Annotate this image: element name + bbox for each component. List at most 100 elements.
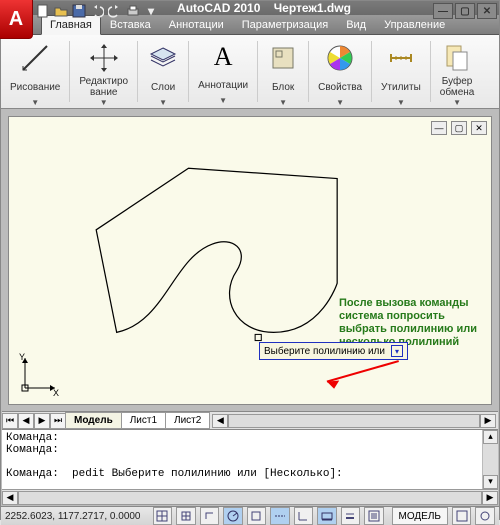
view-max-icon[interactable]: ▢ — [451, 121, 467, 135]
tab-view[interactable]: Вид — [337, 15, 375, 34]
panel-layers[interactable]: Слои ▼ — [140, 37, 186, 106]
ducs-toggle[interactable] — [294, 507, 314, 525]
panel-label: Утилиты — [381, 76, 421, 98]
cmd-vscroll: ▴ ▾ — [482, 430, 498, 489]
panel-draw[interactable]: Рисование ▼ — [3, 37, 67, 106]
layout-tab-label: Лист2 — [174, 415, 201, 426]
work-area: — ▢ ✕ После вызова команды система попро… — [1, 109, 499, 506]
view-min-icon[interactable]: — — [431, 121, 447, 135]
layout-tab-model[interactable]: Модель — [65, 412, 122, 429]
tab-parametric[interactable]: Параметризация — [233, 15, 337, 34]
status-extra-icon[interactable] — [475, 507, 495, 525]
cmd-scroll-track[interactable] — [483, 444, 498, 475]
layout-tab-sheet1[interactable]: Лист1 — [121, 412, 166, 429]
panel-block[interactable]: Блок ▼ — [260, 37, 306, 106]
layout-tabs-row: ⏮ ◀ ▶ ⏭ Модель Лист1 Лист2 ◀ ▶ — [2, 411, 498, 429]
panel-label: Буфер обмена — [440, 76, 475, 98]
prompt-menu-icon[interactable]: ▾ — [391, 345, 403, 357]
minimize-button[interactable]: — — [433, 3, 453, 19]
tab-label: Вид — [346, 19, 366, 31]
cmd-hscroll-right-icon[interactable]: ▶ — [482, 491, 498, 505]
arrow-head-icon — [327, 381, 339, 389]
maximize-button[interactable]: ▢ — [455, 3, 475, 19]
separator — [69, 41, 70, 102]
tab-label: Аннотации — [169, 19, 224, 31]
arrow-line — [327, 361, 399, 382]
app-menu-button[interactable]: A — [0, 0, 33, 39]
snap-toggle[interactable] — [153, 507, 173, 525]
cmd-line-0: Команда: — [6, 432, 59, 444]
drawing-canvas[interactable]: — ▢ ✕ После вызова команды система попро… — [8, 116, 492, 405]
qat-dropdown-icon[interactable]: ▾ — [143, 3, 159, 19]
ortho-toggle[interactable] — [200, 507, 220, 525]
cmd-hscroll-track[interactable] — [18, 491, 482, 505]
qat-save-icon[interactable] — [71, 3, 87, 19]
qat-undo-icon[interactable] — [89, 3, 105, 19]
hscroll-left-icon[interactable]: ◀ — [212, 414, 228, 428]
model-space-label[interactable]: МОДЕЛЬ — [392, 507, 448, 525]
polyline-shape — [96, 168, 337, 332]
separator — [137, 41, 138, 102]
nav-prev-icon[interactable]: ◀ — [18, 413, 34, 429]
measure-icon — [385, 42, 417, 74]
tab-label: Управление — [384, 19, 445, 31]
separator — [371, 41, 372, 102]
qat-print-icon[interactable] — [125, 3, 141, 19]
pickbox-cursor — [255, 334, 261, 340]
cmd-hscroll-left-icon[interactable]: ◀ — [2, 491, 18, 505]
close-button[interactable]: ✕ — [477, 3, 497, 19]
dropdown-icon: ▼ — [100, 98, 108, 107]
dyn-toggle[interactable] — [317, 507, 337, 525]
command-text[interactable]: Команда: Команда: Команда: pedit Выберит… — [2, 430, 482, 489]
grid-toggle[interactable] — [176, 507, 196, 525]
view-controls: — ▢ ✕ — [431, 121, 487, 135]
ucs-icon: Y X — [17, 352, 61, 396]
panel-annotation[interactable]: A Аннотации ▼ — [191, 37, 255, 106]
qat-new-icon[interactable] — [35, 3, 51, 19]
title-bar: ▾ AutoCAD 2010 Чертеж1.dwg — ▢ ✕ — [1, 1, 499, 15]
command-line[interactable]: Команда: Команда: Команда: pedit Выберит… — [2, 429, 498, 489]
panel-modify[interactable]: Редактиро вание ▼ — [72, 37, 135, 106]
qat-redo-icon[interactable] — [107, 3, 123, 19]
cmd-scroll-up-icon[interactable]: ▴ — [483, 430, 498, 444]
app-window: A ▾ AutoCAD 2010 Чертеж1.dwg — ▢ ✕ Главн… — [0, 0, 500, 520]
layout-tab-label: Модель — [74, 415, 113, 426]
layout-nav: ⏮ ◀ ▶ ⏭ — [2, 413, 66, 429]
dynamic-prompt: Выберите полилинию или ▾ — [259, 342, 408, 360]
cmd-scroll-down-icon[interactable]: ▾ — [483, 475, 498, 489]
text-icon: A — [207, 42, 239, 72]
line-icon — [19, 42, 51, 74]
layout-tab-sheet2[interactable]: Лист2 — [165, 412, 210, 429]
view-close-icon[interactable]: ✕ — [471, 121, 487, 135]
dropdown-icon: ▼ — [336, 98, 344, 107]
panel-clipboard[interactable]: Буфер обмена ▼ — [433, 37, 482, 106]
panel-utilities[interactable]: Утилиты ▼ — [374, 37, 428, 106]
tab-label: Главная — [50, 19, 92, 31]
panel-properties[interactable]: Свойства ▼ — [311, 37, 369, 106]
nav-last-icon[interactable]: ⏭ — [50, 413, 66, 429]
hscroll-right-icon[interactable]: ▶ — [480, 414, 496, 428]
ribbon: Рисование ▼ Редактиро вание ▼ Слои ▼ A А… — [1, 35, 499, 109]
osnap-toggle[interactable] — [247, 507, 267, 525]
cmd-hscroll: ◀ ▶ — [2, 489, 498, 505]
dropdown-icon: ▼ — [453, 98, 461, 107]
separator — [430, 41, 431, 102]
panel-label: Редактиро вание — [79, 76, 128, 98]
qp-toggle[interactable] — [364, 507, 384, 525]
hscroll-track[interactable] — [228, 414, 480, 428]
cmd-line-1: Команда: — [6, 444, 59, 456]
nav-first-icon[interactable]: ⏮ — [2, 413, 18, 429]
nav-next-icon[interactable]: ▶ — [34, 413, 50, 429]
tab-annotate[interactable]: Аннотации — [160, 15, 233, 34]
qat-open-icon[interactable] — [53, 3, 69, 19]
status-config-icon[interactable] — [452, 507, 472, 525]
separator — [308, 41, 309, 102]
dropdown-icon: ▼ — [159, 98, 167, 107]
dropdown-icon: ▼ — [219, 96, 227, 105]
otrack-toggle[interactable] — [270, 507, 290, 525]
panel-label: Свойства — [318, 76, 362, 98]
cmd-line-3: Команда: pedit Выберите полилинию или [Н… — [6, 468, 343, 480]
polar-toggle[interactable] — [223, 507, 243, 525]
lwt-toggle[interactable] — [341, 507, 361, 525]
palette-icon — [324, 42, 356, 74]
